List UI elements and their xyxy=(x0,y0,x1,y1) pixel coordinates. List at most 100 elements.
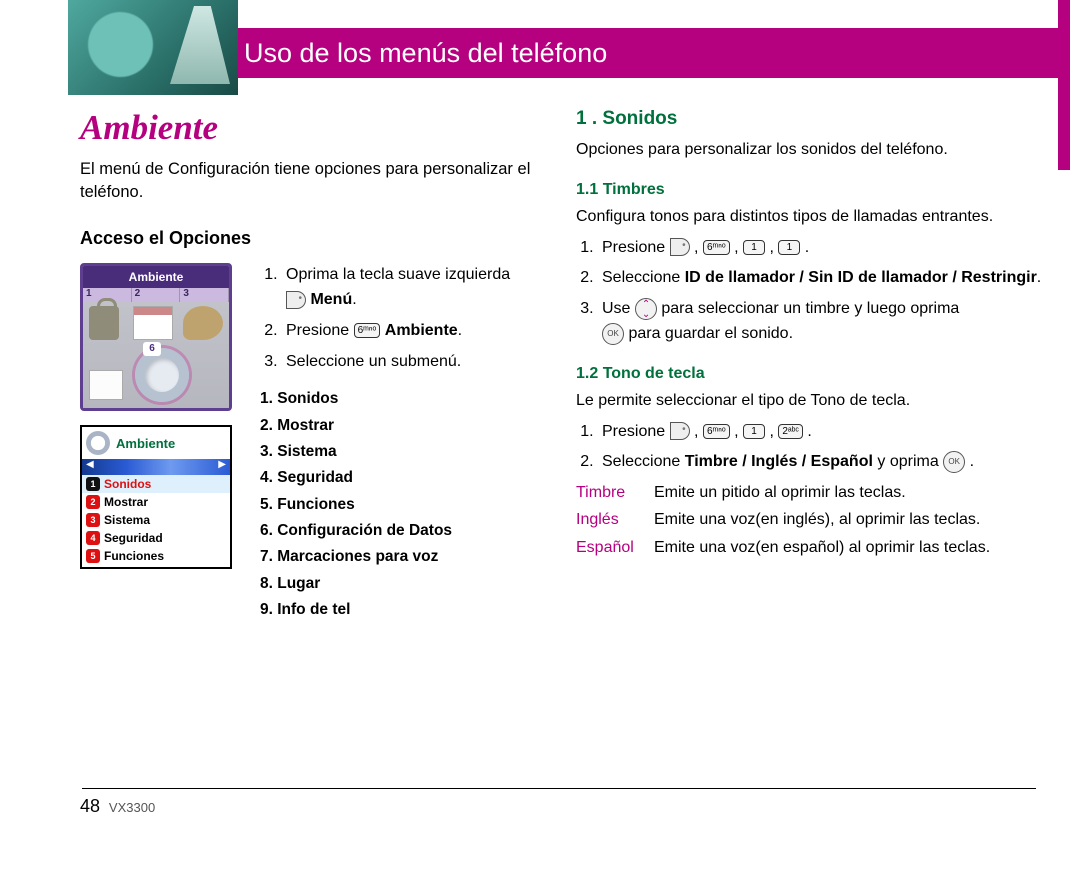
phone-list-item: 3 Sistema xyxy=(82,511,230,529)
item-label: Seguridad xyxy=(104,531,163,545)
phone-screenshots: Ambiente 1 2 3 6 xyxy=(80,263,240,623)
item-label: Sistema xyxy=(104,513,150,527)
phone-list-item: 4 Seguridad xyxy=(82,529,230,547)
submenu-item: 7. Marcaciones para voz xyxy=(260,544,540,570)
text: para seleccionar un timbre y luego oprim… xyxy=(661,300,959,317)
definition-term: Español xyxy=(576,536,644,559)
definition-row: Inglés Emite una voz(en inglés), al oprim… xyxy=(576,508,1046,531)
step-1-1-1: Presione , 6ᵐⁿᵒ , 1 , 1 . xyxy=(598,236,1046,261)
section-1-1-heading: 1.1 Timbres xyxy=(576,181,1046,199)
definition-row: Español Emite una voz(en español) al opri… xyxy=(576,536,1046,559)
phone-list-item: 1 Sonidos xyxy=(82,475,230,493)
text: Use xyxy=(602,300,635,317)
phone2-title: Ambiente xyxy=(116,436,175,451)
gear-icon xyxy=(86,431,110,455)
scroll-bar-icon xyxy=(82,459,230,475)
key-icon: 6ᵐⁿᵒ xyxy=(703,424,730,439)
palette-icon xyxy=(183,306,223,340)
submenu-item: 6. Configuración de Datos xyxy=(260,518,540,544)
menu-label: Menú xyxy=(310,291,352,308)
step-1-1-3: Use para seleccionar un timbre y luego o… xyxy=(598,297,1046,347)
phone1-title: Ambiente xyxy=(83,266,229,288)
text: para guardar el sonido. xyxy=(628,325,793,342)
digit: 3 xyxy=(180,288,229,302)
main-heading: Ambiente xyxy=(80,108,540,148)
phone-screenshot-list: Ambiente 1 Sonidos 2 Mostrar 3 Sistema 4 Seguri… xyxy=(80,425,232,569)
item-number-badge: 2 xyxy=(86,495,100,509)
text: Presione xyxy=(602,423,670,440)
definition-row: Timbre Emite un pitido al oprimir las tec… xyxy=(576,481,1046,504)
item-label: Mostrar xyxy=(104,495,148,509)
submenu-item: 3. Sistema xyxy=(260,439,540,465)
section-1-1-intro: Configura tonos para distintos tipos de … xyxy=(576,205,1046,230)
intro-paragraph: El menú de Configuración tiene opciones … xyxy=(80,158,540,204)
text: Presione xyxy=(602,239,670,256)
item-number-badge: 5 xyxy=(86,549,100,563)
definition-term: Inglés xyxy=(576,508,644,531)
nav-key-icon xyxy=(635,298,657,320)
softkey-icon xyxy=(670,422,690,440)
submenu-item: 5. Funciones xyxy=(260,492,540,518)
section-1-heading: 1 . Sonidos xyxy=(576,108,1046,130)
item-label: Sonidos xyxy=(104,477,151,491)
right-column: 1 . Sonidos Opciones para personalizar l… xyxy=(576,108,1046,623)
submenu-item: 8. Lugar xyxy=(260,571,540,597)
key-icon: 6ᵐⁿᵒ xyxy=(703,240,730,255)
page-body: Ambiente El menú de Configuración tiene … xyxy=(80,108,1050,623)
text: Seleccione xyxy=(602,269,685,286)
definition-term: Timbre xyxy=(576,481,644,504)
step-1-2-2: Seleccione Timbre / Inglés / Español y o… xyxy=(598,450,1046,475)
text: Presione xyxy=(286,322,354,339)
item-number-badge: 3 xyxy=(86,513,100,527)
access-steps: Oprima la tecla suave izquierda Menú. Pr… xyxy=(260,263,540,623)
phone-screenshot-grid: Ambiente 1 2 3 6 xyxy=(80,263,232,411)
ok-key-icon: OK xyxy=(602,323,624,345)
page-number: 48 xyxy=(80,796,100,816)
definitions-list: Timbre Emite un pitido al oprimir las tec… xyxy=(576,481,1046,559)
phone-list-item: 5 Funciones xyxy=(82,547,230,565)
section-1-2-intro: Le permite seleccionar el tipo de Tono d… xyxy=(576,389,1046,414)
softkey-icon xyxy=(670,238,690,256)
step-3: Seleccione un submenú. xyxy=(282,350,540,375)
step-1: Oprima la tecla suave izquierda Menú. xyxy=(282,263,540,313)
section-1-2-heading: 1.2 Tono de tecla xyxy=(576,365,1046,383)
options-bold: Timbre / Inglés / Español xyxy=(685,453,873,470)
calendar-icon xyxy=(133,306,173,340)
definition-desc: Emite un pitido al oprimir las teclas. xyxy=(654,481,906,504)
key-icon: 1 xyxy=(743,424,765,439)
document-icon xyxy=(89,370,123,400)
gear-icon xyxy=(135,348,189,402)
item-label: Funciones xyxy=(104,549,164,563)
options-bold: ID de llamador / Sin ID de llamador / Re… xyxy=(685,269,1037,286)
step-1-2-1: Presione , 6ᵐⁿᵒ , 1 , 2ᵃᵇᶜ . xyxy=(598,420,1046,445)
access-heading: Acceso el Opciones xyxy=(80,228,540,249)
definition-desc: Emite una voz(en español) al oprimir las… xyxy=(654,536,990,559)
decorative-stripe xyxy=(1058,0,1070,170)
key-icon: 1 xyxy=(778,240,800,255)
text: y oprima xyxy=(877,453,943,470)
page-footer: 48 VX3300 xyxy=(80,796,155,817)
footer-divider xyxy=(82,788,1036,789)
definition-desc: Emite una voz(en inglés), al oprimir las… xyxy=(654,508,980,531)
model-number: VX3300 xyxy=(109,800,155,815)
item-number-badge: 4 xyxy=(86,531,100,545)
text: Seleccione xyxy=(602,453,685,470)
softkey-left-icon xyxy=(286,291,306,309)
text: Oprima la tecla suave izquierda xyxy=(286,266,510,283)
key-6-icon: 6ᵐⁿᵒ xyxy=(354,323,381,338)
slot-6-badge: 6 xyxy=(143,342,161,356)
submenu-list: 1. Sonidos2. Mostrar3. Sistema4. Segurid… xyxy=(260,386,540,623)
step-2: Presione 6ᵐⁿᵒ Ambiente. xyxy=(282,319,540,344)
key-icon: 1 xyxy=(743,240,765,255)
phone-list-item: 2 Mostrar xyxy=(82,493,230,511)
lock-icon xyxy=(89,306,119,340)
submenu-item: 2. Mostrar xyxy=(260,413,540,439)
left-column: Ambiente El menú de Configuración tiene … xyxy=(80,108,540,623)
chapter-title: Uso de los menús del teléfono xyxy=(244,38,607,69)
item-number-badge: 1 xyxy=(86,477,100,491)
section-1-intro: Opciones para personalizar los sonidos d… xyxy=(576,138,1046,163)
step-1-1-2: Seleccione ID de llamador / Sin ID de ll… xyxy=(598,266,1046,291)
submenu-item: 4. Seguridad xyxy=(260,465,540,491)
ok-key-icon: OK xyxy=(943,451,965,473)
decorative-header-image xyxy=(68,0,238,95)
